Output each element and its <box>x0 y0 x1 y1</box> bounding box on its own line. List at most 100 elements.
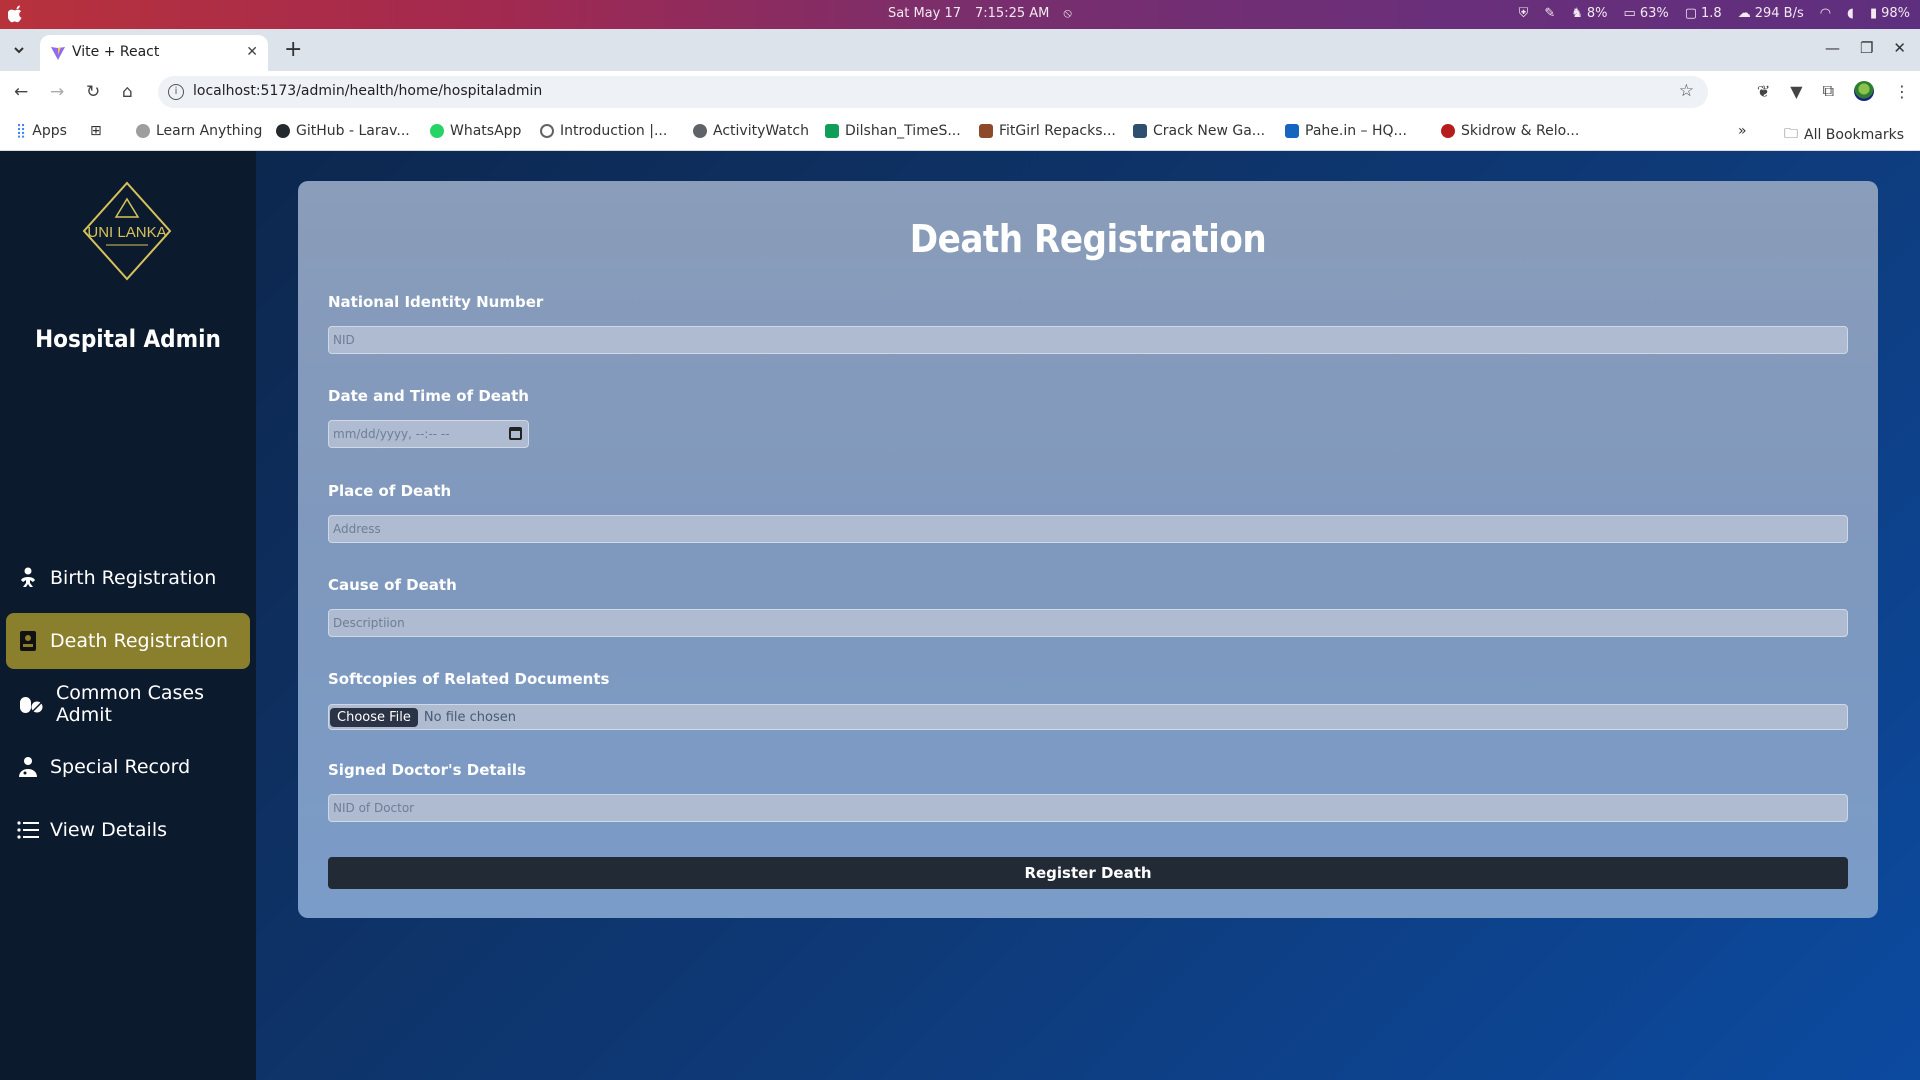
battery-indicator[interactable]: ▮ 98% <box>1870 6 1910 21</box>
address-bar[interactable]: i localhost:5173/admin/health/home/hospi… <box>158 76 1708 108</box>
place-placeholder: Address <box>333 522 381 536</box>
load-indicator[interactable]: ▢ 1.8 <box>1685 6 1722 21</box>
more-bookmarks-icon[interactable]: » <box>1738 123 1747 139</box>
nav-view-details[interactable]: View Details <box>6 802 250 858</box>
browser-tab[interactable]: Vite + React ✕ <box>40 35 268 71</box>
bookmark-item[interactable]: Dilshan_TimeS... <box>825 123 961 139</box>
window-controls: — ❐ ✕ <box>1825 39 1906 57</box>
memory-indicator[interactable]: ▭ 63% <box>1624 6 1669 21</box>
bookmark-label: Learn Anything <box>156 123 263 139</box>
datetime-placeholder: mm/dd/yyyy, --:-- -- <box>333 427 450 441</box>
close-tab-icon[interactable]: ✕ <box>246 44 258 60</box>
cause-input[interactable]: Descriptiion <box>328 609 1848 637</box>
minimize-icon[interactable]: — <box>1825 39 1840 57</box>
choose-file-button[interactable]: Choose File <box>330 707 418 727</box>
bookmark-star-icon[interactable]: ☆ <box>1679 81 1694 101</box>
nav-special-record[interactable]: Special Record <box>6 739 250 795</box>
wifi-icon[interactable]: ◠ <box>1820 6 1831 21</box>
bookmark-item[interactable]: GitHub - Larav... <box>276 123 410 139</box>
bookmark-favicon <box>1441 124 1455 138</box>
puzzle-icon[interactable]: ⧉ <box>1823 81 1834 101</box>
baby-icon <box>21 567 35 587</box>
doctor-input[interactable]: NID of Doctor <box>328 794 1848 822</box>
vite-icon <box>51 47 65 60</box>
volume-icon[interactable]: ◖ <box>1847 6 1854 21</box>
extension-icon[interactable]: ❦ <box>1757 82 1770 101</box>
sidebar-title: Hospital Admin <box>35 325 221 353</box>
calendar-icon[interactable] <box>509 427 522 440</box>
forward-icon[interactable]: → <box>50 82 64 102</box>
reload-icon[interactable]: ↻ <box>86 82 100 102</box>
bookmark-item[interactable]: Introduction |... <box>540 123 667 139</box>
memory-icon: ▭ <box>1623 6 1636 21</box>
load-text: 1.8 <box>1701 6 1722 21</box>
back-icon[interactable]: ← <box>14 82 28 102</box>
network-indicator[interactable]: ☁ 294 B/s <box>1738 6 1804 21</box>
bookmark-item[interactable]: Crack New Ga... <box>1133 123 1265 139</box>
date-text: Sat May 17 <box>888 6 961 21</box>
nav-death-registration[interactable]: Death Registration <box>6 613 250 669</box>
doctor-label: Signed Doctor's Details <box>328 761 526 779</box>
bookmark-apps[interactable]: ⣿ Apps <box>16 123 67 139</box>
tab-groups-icon[interactable]: ⊞ <box>90 123 102 139</box>
battery-icon: ▮ <box>1869 6 1878 21</box>
cpu-text: 8% <box>1586 6 1608 21</box>
cause-label: Cause of Death <box>328 576 457 594</box>
nav-birth-registration[interactable]: Birth Registration <box>6 550 250 606</box>
bookmark-label: ActivityWatch <box>713 123 809 139</box>
bookmark-label: Crack New Ga... <box>1153 123 1266 139</box>
bookmark-favicon <box>540 124 554 138</box>
folder-icon: 🗀 <box>1784 126 1798 142</box>
bookmark-label: Dilshan_TimeS... <box>845 123 961 139</box>
bookmark-item[interactable]: FitGirl Repacks... <box>979 123 1116 139</box>
toolbar: ← → ↻ ⌂ i localhost:5173/admin/health/ho… <box>0 71 1920 113</box>
bookmarks-bar: ⣿ Apps ⊞ Learn Anything GitHub - Larav...… <box>0 113 1920 151</box>
bookmark-favicon <box>1285 124 1299 138</box>
clock[interactable]: Sat May 17 7:15:25 AM ⦸ <box>888 6 1086 21</box>
bookmark-item[interactable]: Pahe.in – HQ... <box>1285 123 1407 139</box>
shield-icon[interactable]: ⛨ <box>1519 6 1529 21</box>
uni-lanka-logo: UNI LANKA <box>82 181 172 281</box>
bookmark-label: FitGirl Repacks... <box>999 123 1116 139</box>
cause-placeholder: Descriptiion <box>333 616 405 630</box>
bookmark-label: WhatsApp <box>450 123 522 139</box>
bookmark-label: Pahe.in – HQ... <box>1305 123 1407 139</box>
doctor-placeholder: NID of Doctor <box>333 801 415 815</box>
register-death-button[interactable]: Register Death <box>328 857 1848 889</box>
datetime-input[interactable]: mm/dd/yyyy, --:-- -- <box>328 420 529 448</box>
apple-icon[interactable] <box>8 5 24 23</box>
menu-icon[interactable]: ⋮ <box>1894 82 1910 101</box>
profile-avatar[interactable] <box>1854 81 1874 101</box>
github-icon <box>276 124 290 138</box>
bookmark-item[interactable]: Learn Anything <box>136 123 262 139</box>
vuetools-icon[interactable]: ▼ <box>1790 82 1802 101</box>
home-icon[interactable]: ⌂ <box>122 82 133 102</box>
chevron-down-icon[interactable] <box>10 41 28 59</box>
place-input[interactable]: Address <box>328 515 1848 543</box>
site-info-icon[interactable]: i <box>168 84 184 100</box>
all-bookmarks[interactable]: 🗀 All Bookmarks <box>1784 123 1904 147</box>
horse-icon: ♞ <box>1571 6 1583 21</box>
app-content: UNI LANKA Hospital Admin Birth Registrat… <box>0 151 1920 1080</box>
bookmark-label: Apps <box>32 123 67 139</box>
nid-placeholder: NID <box>333 333 355 347</box>
new-tab-button[interactable]: + <box>284 37 302 62</box>
nav-label: Death Registration <box>50 630 229 652</box>
memory-text: 63% <box>1639 6 1669 21</box>
bookmark-item[interactable]: Skidrow & Relo... <box>1441 123 1579 139</box>
cpu-indicator[interactable]: ♞ 8% <box>1571 6 1607 21</box>
nid-label: National Identity Number <box>328 293 544 311</box>
bookmark-item[interactable]: ActivityWatch <box>693 123 809 139</box>
nav-common-cases-admit[interactable]: Common Cases Admit <box>6 676 250 732</box>
close-window-icon[interactable]: ✕ <box>1893 39 1906 57</box>
bookmark-favicon <box>979 124 993 138</box>
datetime-label: Date and Time of Death <box>328 387 529 405</box>
bookmark-item[interactable]: WhatsApp <box>430 123 521 139</box>
docs-file-input[interactable]: Choose File No file chosen <box>328 704 1848 730</box>
status-area: ⛨ ✎ ♞ 8% ▭ 63% ▢ 1.8 ☁ 294 B/s ◠ ◖ ▮ 98% <box>1519 6 1910 21</box>
nid-input[interactable]: NID <box>328 326 1848 354</box>
tab-strip: Vite + React ✕ + — ❐ ✕ <box>0 29 1920 71</box>
restore-icon[interactable]: ❐ <box>1860 39 1873 57</box>
whatsapp-icon <box>430 124 444 138</box>
picker-icon[interactable]: ✎ <box>1544 6 1555 21</box>
